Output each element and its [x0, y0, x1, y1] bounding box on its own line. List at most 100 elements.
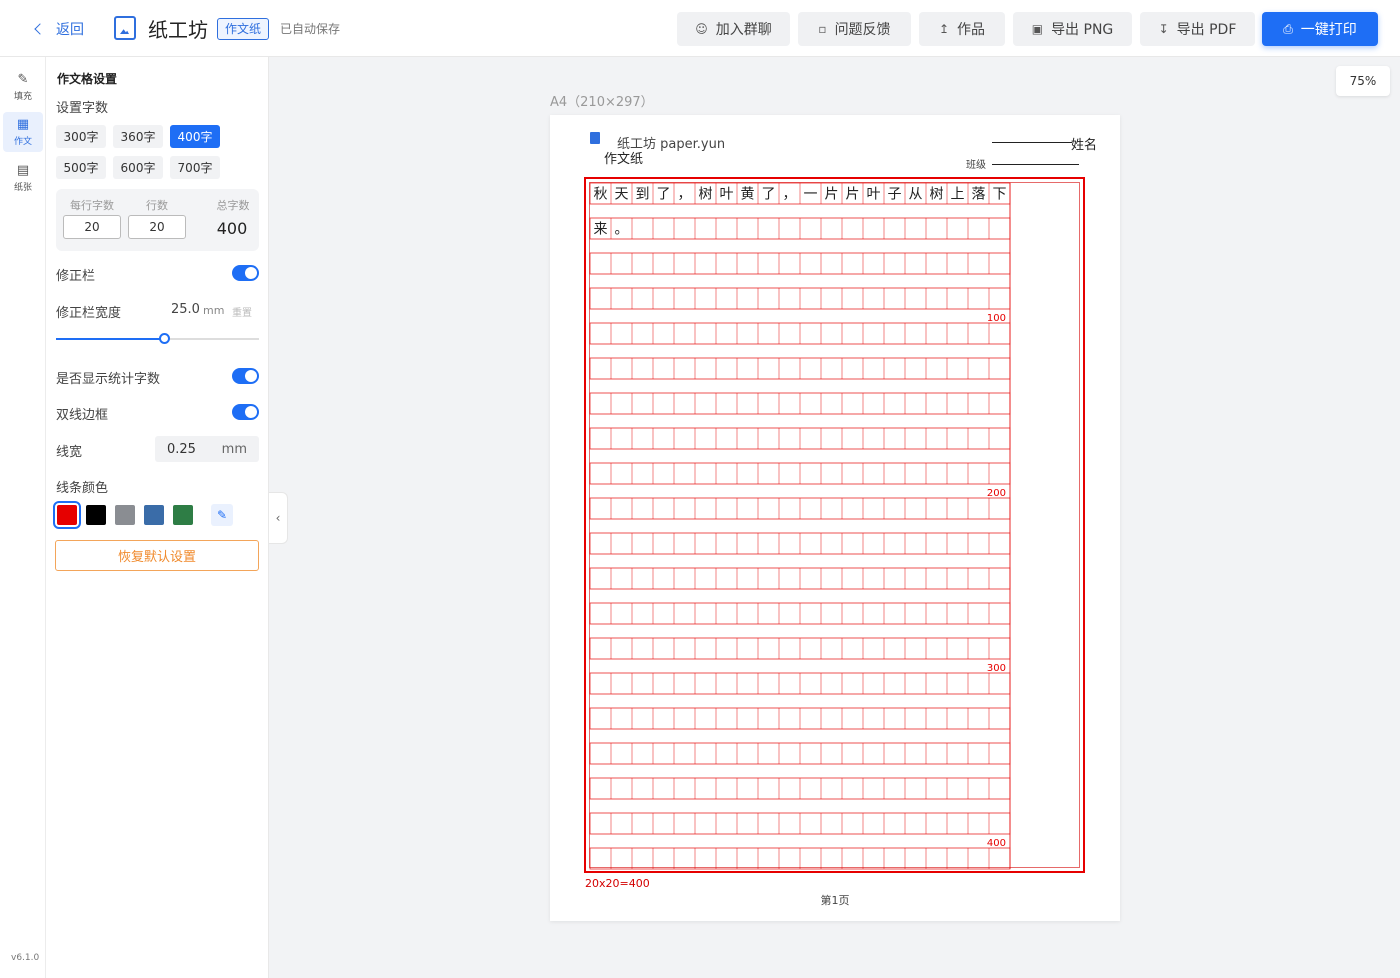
grid-char: 下: [993, 187, 1007, 203]
correction-width-unit: mm: [203, 304, 225, 317]
correction-width-slider[interactable]: [56, 333, 259, 344]
correction-width-value: 25.0: [171, 302, 200, 317]
print-label: 一键打印: [1300, 22, 1357, 38]
total-label: 总字数: [216, 199, 250, 212]
rail-item-paper[interactable]: ▤ 纸张: [3, 158, 43, 198]
grid-char: 片: [846, 187, 860, 203]
version-label: v6.1.0: [11, 953, 40, 963]
rail-item-label: 作文: [13, 136, 32, 147]
pen-icon: ✎: [216, 508, 228, 522]
printer-icon: ⎙: [1283, 21, 1293, 36]
chevron-left-icon: ‹: [275, 511, 281, 525]
image-icon: ▣: [1031, 22, 1044, 36]
color-swatch-green[interactable]: [173, 505, 193, 525]
double-border-toggle[interactable]: [232, 404, 259, 420]
grid-caption: 20x20=400: [585, 877, 650, 890]
grid-char: 天: [615, 187, 629, 203]
users-icon: ☺: [695, 22, 708, 36]
show-count-toggle[interactable]: [232, 368, 259, 384]
grid-char: 秋: [594, 187, 608, 203]
class-label: 班级: [966, 160, 986, 171]
rail-item-essay[interactable]: ▦ 作文: [3, 112, 43, 152]
preset-500[interactable]: 500字: [56, 156, 106, 179]
color-swatch-red[interactable]: [53, 501, 81, 529]
correction-toggle[interactable]: [232, 265, 259, 281]
slider-handle[interactable]: [158, 333, 170, 344]
rail-item-label: 填充: [13, 91, 32, 102]
rail-item-label: 纸张: [13, 182, 32, 193]
works-button[interactable]: ↥ 作品: [919, 12, 1005, 46]
preset-700[interactable]: 700字: [170, 156, 220, 179]
back-label: 返回: [56, 22, 84, 38]
rail-item-fill[interactable]: ✎ 填充: [3, 67, 43, 107]
feedback-button[interactable]: ▫ 问题反馈: [798, 12, 911, 46]
grid-char: 了: [762, 187, 776, 203]
top-header: 返回 纸工坊 作文纸 已自动保存 ☺ 加入群聊 ▫ 问题反馈 ↥ 作品 ▣ 导出…: [0, 0, 1400, 57]
print-button[interactable]: ⎙ 一键打印: [1262, 12, 1378, 46]
grid-milestone-label: 400: [987, 838, 1006, 849]
panel-title: 作文格设置: [57, 72, 118, 86]
name-label: 姓名: [1071, 138, 1098, 153]
grid-char: 片: [825, 187, 839, 203]
line-width-label: 线宽: [56, 445, 83, 460]
show-count-label: 是否显示统计字数: [56, 372, 161, 387]
essay-grid[interactable]: 秋天到了，树叶黄了，一片片叶子从树上落下来 。100200300400: [586, 179, 1083, 871]
grid-char: ，: [678, 187, 692, 203]
image-doc-icon: [114, 16, 136, 40]
zoom-level[interactable]: 75%: [1336, 66, 1390, 96]
line-color-label: 线条颜色: [56, 481, 109, 496]
back-button[interactable]: 返回: [34, 19, 84, 39]
settings-panel: 作文格设置 设置字数 300字 360字 400字 500字 600字 700字…: [46, 57, 269, 978]
upload-icon: ↥: [938, 22, 950, 36]
double-border-label: 双线边框: [56, 408, 109, 423]
color-swatch-blue[interactable]: [144, 505, 164, 525]
doc-type-badge: 作文纸: [217, 18, 270, 40]
preset-600[interactable]: 600字: [113, 156, 163, 179]
sheet-title: 作文纸: [604, 152, 644, 167]
grid-char: 树: [699, 187, 713, 203]
paper-size-label: A4（210×297）: [550, 95, 654, 110]
join-group-button[interactable]: ☺ 加入群聊: [677, 12, 790, 46]
export-pdf-button[interactable]: ↧ 导出 PDF: [1140, 12, 1255, 46]
grid-milestone-label: 200: [987, 488, 1006, 499]
correction-width-label: 修正栏宽度: [56, 306, 122, 321]
chevron-left-icon: [34, 23, 46, 35]
grid-char: 叶: [867, 187, 881, 203]
slider-fill: [56, 338, 164, 340]
reset-defaults-button[interactable]: 恢复默认设置: [55, 540, 259, 571]
collapse-panel-button[interactable]: ‹: [269, 492, 288, 544]
export-pdf-label: 导出 PDF: [1176, 22, 1237, 38]
page-number: 第1页: [820, 894, 850, 907]
app-title: 纸工坊: [148, 18, 208, 42]
word-count-label: 设置字数: [56, 101, 109, 116]
grid-char: ，: [783, 187, 797, 203]
correction-width-reset[interactable]: 重置: [232, 304, 252, 319]
document-icon: ▤: [16, 162, 30, 178]
paper-page: 纸工坊 paper.yun 作文纸 姓名 班级 秋天到了，树叶黄了，一片片叶子从…: [550, 115, 1120, 921]
pencil-icon: ✎: [17, 71, 29, 87]
color-swatch-gray[interactable]: [115, 505, 135, 525]
grid-char: 上: [951, 187, 965, 203]
total-value: 400: [216, 219, 248, 238]
line-width-input[interactable]: 0.25 mm: [155, 436, 259, 462]
color-swatch-black[interactable]: [86, 505, 106, 525]
grid-milestone-label: 100: [987, 313, 1006, 324]
export-png-button[interactable]: ▣ 导出 PNG: [1013, 12, 1132, 46]
essay-grid-frame: 秋天到了，树叶黄了，一片片叶子从树上落下来。 100 200 300 400: [584, 177, 1085, 873]
custom-color-button[interactable]: ✎: [211, 504, 233, 526]
preset-360[interactable]: 360字: [113, 125, 163, 148]
grid-char: 落: [972, 187, 986, 203]
per-row-input[interactable]: 20: [63, 215, 121, 239]
works-label: 作品: [957, 22, 986, 38]
grid-char: 。: [615, 222, 629, 238]
grid-char: 黄: [741, 186, 755, 203]
line-width-unit: mm: [221, 441, 247, 457]
export-png-label: 导出 PNG: [1051, 22, 1114, 38]
preset-300[interactable]: 300字: [56, 125, 106, 148]
icon-rail: ✎ 填充 ▦ 作文 ▤ 纸张 v6.1.0: [0, 57, 46, 978]
grid-char: 来: [594, 222, 608, 238]
rows-input[interactable]: 20: [128, 215, 186, 239]
chat-bubble-icon: ▫: [818, 22, 827, 36]
preset-400[interactable]: 400字: [170, 125, 220, 148]
document-icon: [590, 132, 600, 144]
